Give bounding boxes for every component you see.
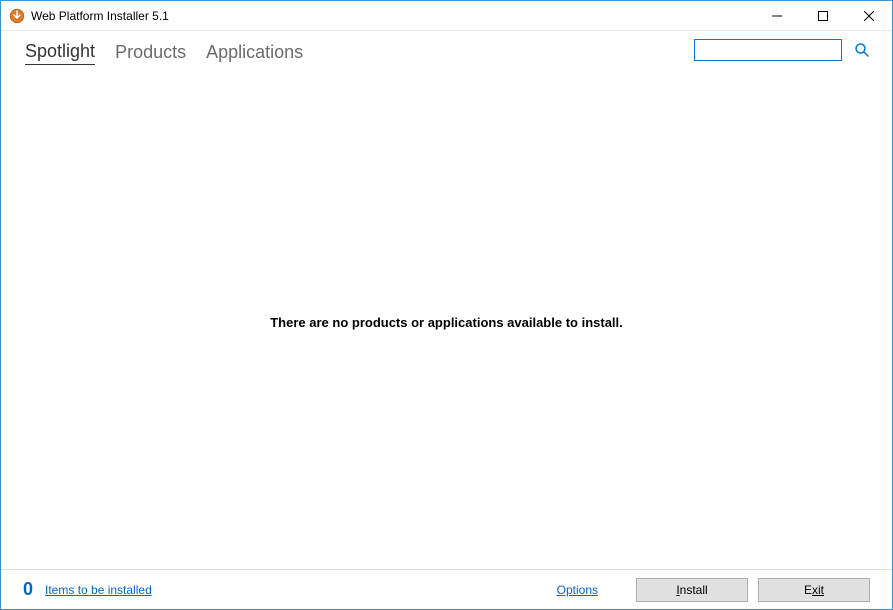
tab-applications[interactable]: Applications	[206, 42, 303, 65]
app-icon	[9, 8, 25, 24]
tab-bar: Spotlight Products Applications	[1, 31, 892, 75]
options-link[interactable]: Options	[557, 583, 598, 597]
install-count: 0	[23, 579, 33, 600]
app-window: Web Platform Installer 5.1 Spotlight Pro…	[0, 0, 893, 610]
window-controls	[754, 1, 892, 30]
close-button[interactable]	[846, 1, 892, 30]
search-icon[interactable]	[854, 42, 870, 58]
tab-spotlight[interactable]: Spotlight	[25, 41, 95, 65]
footer: 0 Items to be installed Options Install …	[1, 569, 892, 609]
search-input[interactable]	[694, 39, 842, 61]
main-content: There are no products or applications av…	[1, 75, 892, 569]
maximize-button[interactable]	[800, 1, 846, 30]
titlebar: Web Platform Installer 5.1	[1, 1, 892, 31]
items-to-install-link[interactable]: Items to be installed	[45, 583, 152, 597]
close-icon	[864, 11, 874, 21]
window-title: Web Platform Installer 5.1	[31, 9, 754, 23]
tab-products[interactable]: Products	[115, 42, 186, 65]
exit-button[interactable]: Exit	[758, 578, 870, 602]
install-button[interactable]: Install	[636, 578, 748, 602]
minimize-button[interactable]	[754, 1, 800, 30]
maximize-icon	[818, 11, 828, 21]
minimize-icon	[772, 11, 782, 21]
empty-message: There are no products or applications av…	[270, 315, 623, 330]
search-area	[694, 39, 870, 61]
